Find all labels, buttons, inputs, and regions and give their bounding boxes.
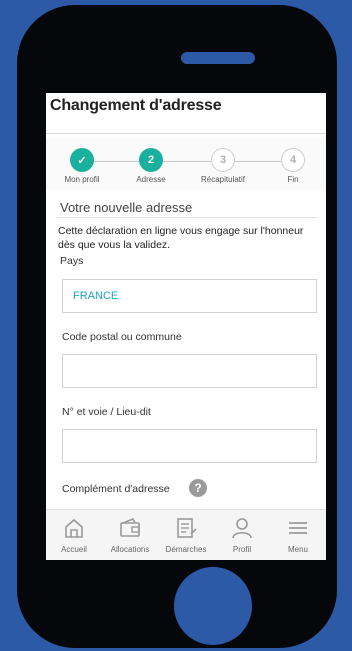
step-4-label: Fin [287,175,299,184]
declaration-notice: Cette déclaration en ligne vous engage s… [58,225,304,251]
step-2-label: Adresse [136,175,166,184]
country-field[interactable]: FRANCE [62,279,317,313]
nav-item-allocations[interactable]: Allocations [102,510,158,560]
step-4-marker: 4 [281,148,305,172]
bottom-nav: Accueil Allocations Démarches Profil Men… [46,509,326,560]
phone-home-button[interactable] [174,567,252,645]
app-header: Changement d'adresse [46,93,326,134]
user-icon [232,518,252,539]
postal-code-input[interactable] [62,354,317,388]
nav-label-menu: Menu [287,545,308,554]
app-screen: Changement d'adresse ✓ Mon profil 2 Adre… [46,93,326,560]
section-title: Votre nouvelle adresse [60,200,193,215]
step-1-check-icon: ✓ [70,148,94,172]
section-divider [56,217,318,218]
step-3-marker: 3 [211,148,235,172]
nav-label-accueil: Accueil [61,545,87,554]
phone-speaker [181,52,255,64]
nav-item-menu[interactable]: Menu [270,510,326,560]
home-icon [65,518,83,538]
nav-label-demarches: Démarches [165,545,207,554]
wallet-icon [120,517,140,537]
help-icon[interactable]: ? [189,479,207,497]
menu-icon [289,522,307,534]
street-input[interactable] [62,429,317,463]
step-2-marker: 2 [139,148,163,172]
street-label: N° et voie / Lieu-dit [62,406,151,418]
nav-item-profil[interactable]: Profil [214,510,270,560]
country-label: Pays [60,255,84,267]
country-value: FRANCE [73,290,119,302]
form-edit-icon [177,518,197,538]
postal-code-label: Code postal ou commune [62,331,182,343]
nav-label-allocations: Allocations [110,545,150,554]
nav-label-profil: Profil [232,545,252,554]
step-3-label: Récapitulatif [200,175,246,184]
page-title: Changement d'adresse [50,97,222,114]
stepper-line [82,161,282,162]
nav-item-demarches[interactable]: Démarches [158,510,214,560]
step-1-label: Mon profil [64,175,100,184]
complement-label: Complément d'adresse [62,483,170,495]
nav-item-accueil[interactable]: Accueil [46,510,102,560]
